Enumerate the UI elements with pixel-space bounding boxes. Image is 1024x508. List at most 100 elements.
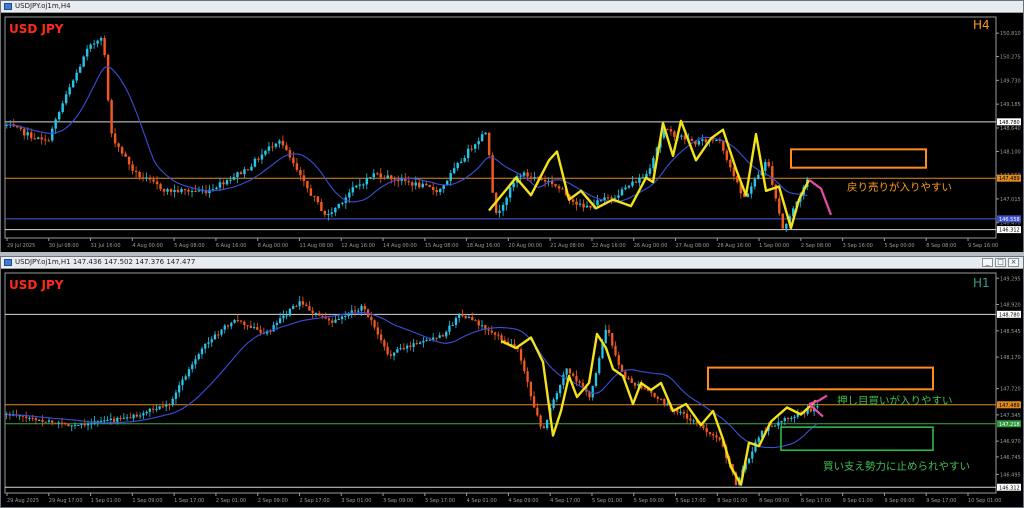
candle-body — [633, 382, 637, 386]
minimize-button[interactable]: _ — [982, 258, 993, 267]
candle-body — [466, 148, 470, 158]
candle-body — [554, 184, 557, 187]
time-tick-label: 3 Sep 17:00 — [425, 498, 455, 504]
time-tick-label: 1 Sep 09:00 — [132, 498, 162, 504]
window-title-h4: USDJPY.oj1m,H4 — [15, 2, 71, 10]
candle-body — [285, 315, 288, 317]
candle-body — [414, 182, 417, 186]
time-tick-label: 4 Sep 17:00 — [550, 498, 580, 504]
candle-body — [260, 154, 264, 160]
candle-body — [770, 425, 773, 427]
candle-body — [106, 55, 110, 101]
candle-body — [26, 132, 29, 136]
time-tick-label: 5 Sep 01:00 — [592, 498, 622, 504]
candle-body — [145, 411, 148, 414]
price-tick-label: 147.345 — [1000, 413, 1021, 419]
window-titlebar-h4[interactable]: USDJPY.oj1m,H4 — [1, 1, 1023, 13]
candle-body — [249, 325, 252, 328]
candle-body — [505, 197, 508, 205]
candle-body — [259, 329, 262, 333]
close-button[interactable]: × — [1008, 258, 1019, 267]
candle-body — [194, 359, 197, 365]
candle-body — [318, 313, 321, 316]
candle-body — [127, 156, 131, 165]
price-tick-label: 148.100 — [1000, 150, 1021, 156]
candle-body — [191, 364, 194, 370]
candle-body — [176, 190, 180, 193]
candle-body — [57, 422, 60, 424]
candle-body — [78, 66, 82, 73]
time-tick-label: 2 Sep 01:00 — [216, 498, 246, 504]
candle-body — [124, 153, 127, 157]
candle-body — [617, 355, 620, 366]
candle-body — [292, 306, 295, 309]
candle-body — [767, 162, 771, 167]
candle-body — [718, 437, 721, 440]
candle-body — [793, 416, 796, 418]
candle-body — [90, 423, 93, 425]
time-tick-label: 11 Aug 08:00 — [299, 243, 333, 249]
candle-body — [309, 188, 313, 196]
candle-body — [305, 304, 308, 307]
candle-body — [679, 411, 682, 413]
chart-window-h4[interactable]: USDJPY.oj1m,H4 150.810 150.275 149.730 149.… — [0, 0, 1024, 253]
candle-body — [750, 186, 753, 194]
candle-body — [702, 425, 705, 429]
window-titlebar-h1[interactable]: USDJPY.oj1m,H1 147.436 147.502 147.376 1… — [1, 257, 1023, 269]
candle-body — [477, 141, 480, 145]
candle-body — [363, 305, 366, 310]
candle-body — [210, 339, 213, 343]
candle-body — [267, 146, 271, 151]
time-tick-label: 22 Aug 16:00 — [592, 243, 626, 249]
candle-body — [112, 418, 116, 422]
candle-body — [370, 316, 373, 321]
chart-window-h1[interactable]: USDJPY.oj1m,H1 147.436 147.502 147.376 1… — [0, 256, 1024, 508]
candle-body — [533, 177, 536, 179]
candle-body — [425, 183, 428, 185]
candle-body — [379, 173, 383, 178]
time-tick-label: 15 Aug 08:00 — [425, 243, 459, 249]
candle-body — [158, 406, 161, 409]
candle-body — [705, 428, 708, 433]
price-chart-h1[interactable]: 149.295 148.920 148.545 148.170 147.720 147.3… — [1, 269, 1023, 507]
buy-dip-annotation-text: 押し目買いが入りやすい — [837, 394, 953, 407]
sell-annotation-text: 戻り売りが入りやすい — [847, 180, 952, 193]
candle-body — [64, 94, 68, 104]
candle-body — [142, 413, 145, 416]
candle-body — [458, 314, 461, 318]
candle-body — [213, 334, 217, 340]
candle-body — [480, 134, 484, 142]
candle-body — [708, 432, 712, 434]
candle-body — [386, 175, 389, 179]
candle-body — [239, 172, 243, 175]
candle-body — [725, 150, 729, 160]
candle-body — [419, 342, 422, 345]
candle-body — [402, 348, 405, 350]
candle-body — [75, 72, 78, 81]
candle-body — [257, 158, 260, 160]
candle-body — [454, 317, 458, 325]
maximize-button[interactable]: □ — [995, 258, 1006, 267]
time-tick-label: 8 Sep 08:00 — [926, 243, 956, 249]
candle-body — [790, 417, 793, 420]
price-chart-h4[interactable]: 150.810 150.275 149.730 149.185 148.640 148.1… — [1, 13, 1023, 252]
candle-body — [383, 177, 386, 179]
candle-body — [264, 150, 267, 155]
time-tick-label: 3 Sep 09:00 — [383, 498, 413, 504]
candle-body — [575, 201, 578, 205]
candle-body — [96, 40, 99, 44]
chart-window-icon — [4, 3, 12, 10]
time-tick-label: 9 Sep 09:00 — [884, 498, 914, 504]
candle-body — [281, 140, 285, 146]
time-tick-label: 1 Sep 01:00 — [91, 498, 121, 504]
candle-body — [252, 327, 256, 329]
candle-body — [99, 38, 103, 41]
candle-body — [578, 381, 581, 383]
candle-body — [327, 214, 330, 216]
candle-body — [253, 158, 257, 167]
candle-body — [376, 327, 379, 335]
candle-body — [353, 310, 357, 312]
candle-body — [278, 140, 281, 144]
time-tick-label: 27 Aug 08:00 — [676, 243, 710, 249]
candle-body — [357, 310, 360, 312]
